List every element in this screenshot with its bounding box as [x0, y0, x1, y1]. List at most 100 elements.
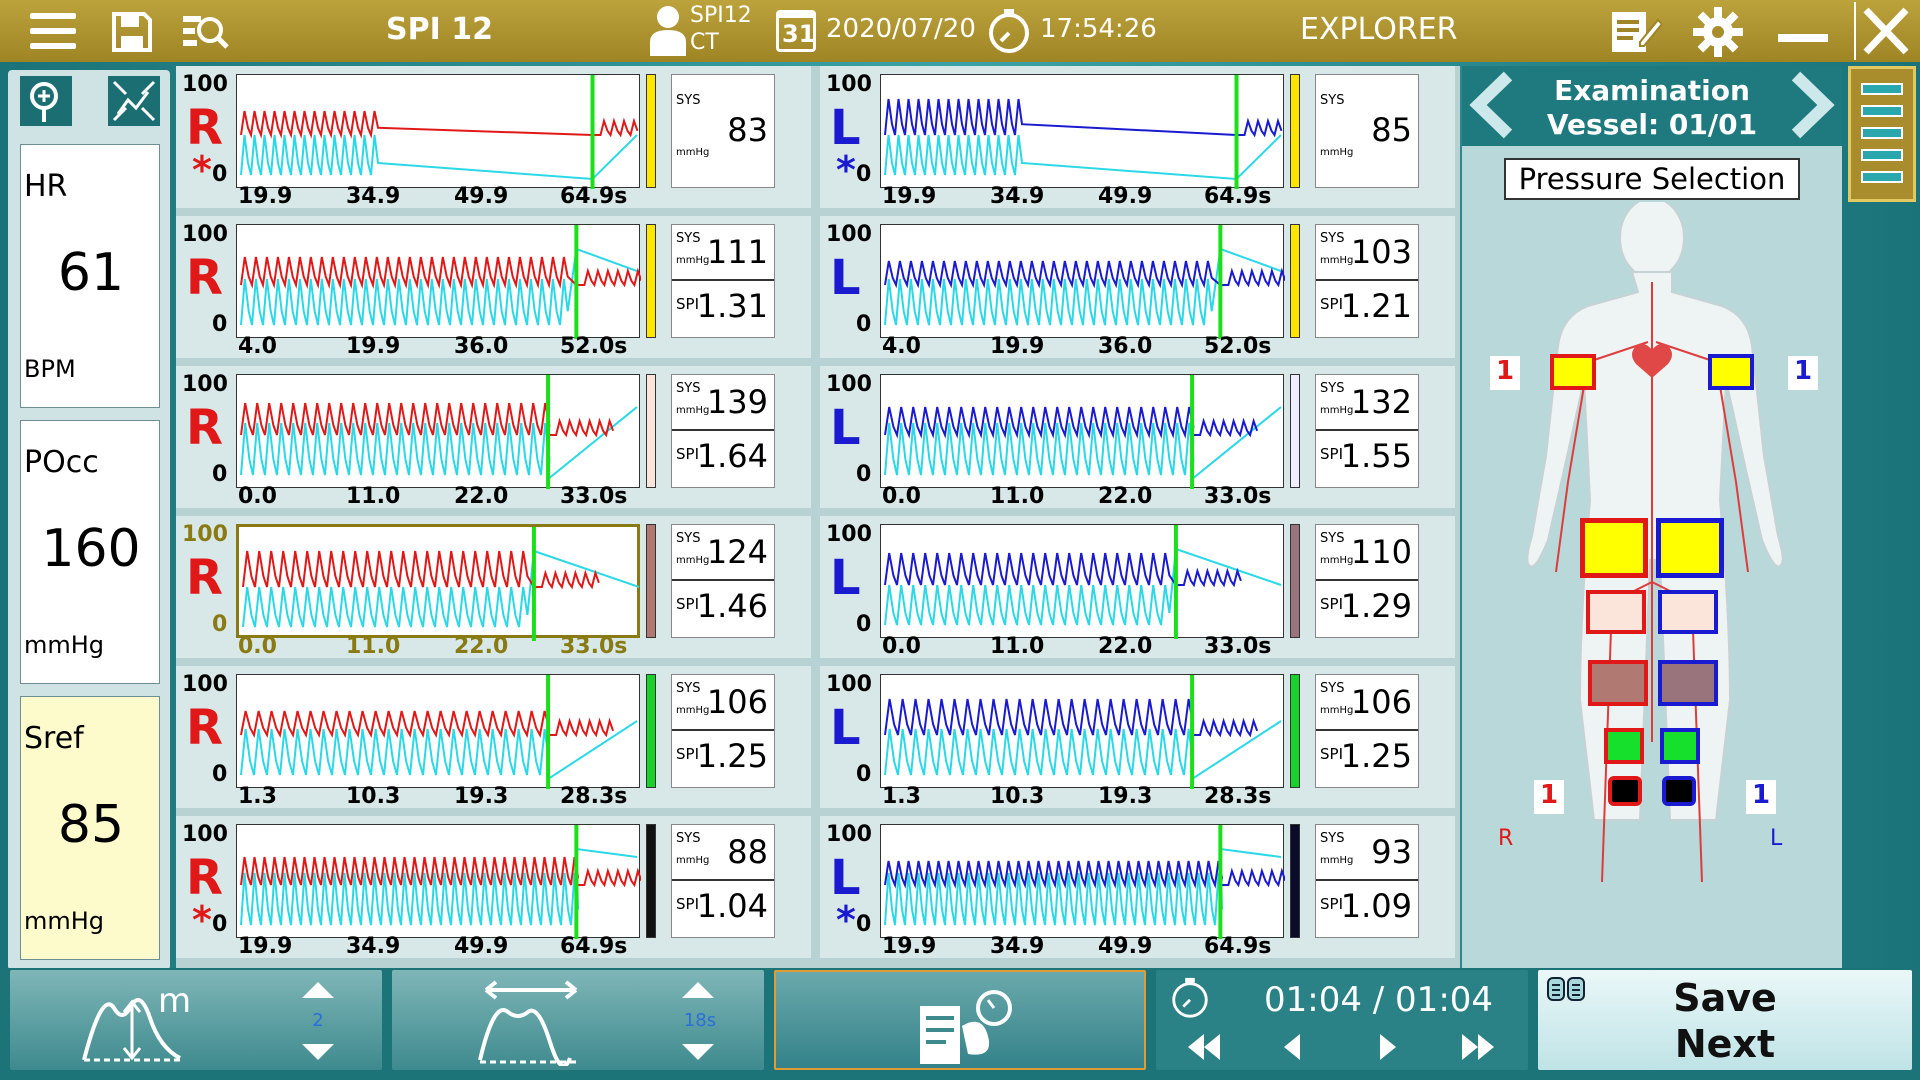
rewind-icon[interactable]	[1186, 1032, 1222, 1066]
x-axis-tick: 10.3	[990, 784, 1045, 809]
report-button[interactable]	[774, 970, 1146, 1070]
pressure-value-box: SYS mmHg 106 SPI 1.25	[1315, 674, 1419, 788]
waveform-plot[interactable]	[880, 74, 1284, 189]
side-indicator: R	[186, 250, 223, 306]
cuff-left-above-knee[interactable]	[1658, 590, 1718, 634]
pulse-volume-trace	[884, 98, 1283, 138]
side-drawer-handle[interactable]	[1848, 66, 1916, 202]
pulse-volume-trace	[884, 552, 1242, 588]
vitals-column: HR 61 BPM POcc 160 mmHg Sref 85 mmHg	[8, 70, 170, 970]
x-axis-tick: 19.9	[990, 334, 1045, 359]
waveform-cell-left-side-3[interactable]: 100 L 0 0.0 11.0 22.0 33.0s SYS mmHg 132 SPI 1.55	[820, 366, 1455, 509]
step-back-icon[interactable]	[1282, 1032, 1302, 1066]
waveform-plot[interactable]	[880, 524, 1284, 639]
waveform-plot[interactable]	[880, 824, 1285, 939]
x-axis-tick: 22.0	[454, 634, 509, 659]
waveform-plot[interactable]	[236, 524, 640, 641]
waveform-cell-right-side-4[interactable]: 100 R 0 0.0 11.0 22.0 33.0s SYS mmHg 124 SPI 1.46	[176, 516, 811, 659]
x-axis-tick: 49.9	[454, 184, 509, 209]
mmhg-label: mmHg	[1320, 555, 1354, 566]
cuff-right-toe[interactable]	[1608, 776, 1642, 806]
amplitude-button[interactable]: m 2	[10, 970, 382, 1070]
save-next-button[interactable]: Save Next	[1538, 970, 1912, 1070]
side-indicator: L	[830, 250, 861, 306]
timebase-button[interactable]: 18s	[392, 970, 764, 1070]
waveform-cell-right-side-6[interactable]: 100 R * 0 19.9 34.9 49.9 64.9s SYS mmHg 88 SPI 1.04	[176, 816, 811, 959]
vessel-label: Vessel: 01/01	[1546, 108, 1758, 141]
waveform-cell-left-side-4[interactable]: 100 L 0 0.0 11.0 22.0 33.0s SYS mmHg 110 SPI 1.29	[820, 516, 1455, 659]
pulse-volume-trace	[240, 110, 639, 139]
x-axis-tick: 28.3s	[560, 784, 628, 809]
sys-value: 111	[706, 233, 768, 271]
amplitude-up-icon[interactable]	[302, 982, 334, 998]
waveform-cell-left-side-6[interactable]: 100 L * 0 19.9 34.9 49.9 64.9s SYS mmHg 93 SPI 1.09	[820, 816, 1455, 959]
settings-gear-icon[interactable]	[1692, 6, 1744, 62]
cuff-left-thigh[interactable]	[1656, 518, 1724, 578]
cuff-right-above-knee[interactable]	[1586, 590, 1646, 634]
cuff-right-calf[interactable]	[1588, 660, 1648, 706]
x-axis-tick: 33.0s	[1204, 634, 1272, 659]
fast-forward-icon[interactable]	[1460, 1032, 1496, 1066]
sref-panel: Sref 85 mmHg	[20, 696, 160, 960]
waveform-cell-right-side-5[interactable]: 100 R 0 1.3 10.3 19.3 28.3s SYS mmHg 106 SPI 1.25	[176, 666, 811, 809]
search-record-icon[interactable]	[180, 10, 230, 58]
waveform-svg	[884, 525, 1282, 639]
pulse-volume-trace	[240, 856, 641, 888]
waveform-plot[interactable]	[236, 74, 640, 189]
waveform-cell-left-side-2[interactable]: 100 L 0 4.0 19.9 36.0 52.0s SYS mmHg 103 SPI 1.21	[820, 216, 1455, 359]
save-icon[interactable]	[110, 10, 154, 58]
fit-view-icon[interactable]	[108, 76, 160, 126]
waveform-cell-left-side-1[interactable]: 100 L * 0 19.9 34.9 49.9 64.9s SYS mmHg 85	[820, 66, 1455, 209]
amplitude-down-icon[interactable]	[302, 1044, 334, 1060]
minimize-icon[interactable]	[1778, 34, 1828, 42]
spi-value: 1.25	[1340, 737, 1412, 775]
x-axis-tick: 11.0	[346, 484, 401, 509]
waveform-cell-right-side-1[interactable]: 100 R * 0 19.9 34.9 49.9 64.9s SYS mmHg 83	[176, 66, 811, 209]
cuff-left-ankle[interactable]	[1660, 728, 1700, 764]
waveform-svg	[884, 675, 1282, 789]
waveform-plot[interactable]	[236, 224, 641, 339]
pocc-label: POcc	[24, 445, 99, 480]
cuff-left-toe[interactable]	[1662, 776, 1696, 806]
y-axis-min: 0	[212, 162, 228, 187]
pressure-value-box: SYS mmHg 88 SPI 1.04	[671, 824, 775, 938]
step-forward-icon[interactable]	[1378, 1032, 1398, 1066]
spi-label: SPI	[676, 745, 699, 763]
top-bar: SPI 12 SPI12 CT 31 2020/07/20 17:54:26 E…	[0, 0, 1920, 62]
close-icon[interactable]	[1854, 2, 1920, 60]
cuff-color-indicator	[1290, 374, 1300, 488]
waveform-plot[interactable]	[236, 824, 641, 939]
next-vessel-chevron-icon[interactable]	[1788, 70, 1838, 144]
timebase-up-icon[interactable]	[682, 982, 714, 998]
waveform-plot[interactable]	[880, 224, 1285, 339]
waveform-plot[interactable]	[236, 674, 640, 789]
cuff-color-indicator	[1290, 674, 1300, 788]
cuff-left-arm[interactable]	[1708, 354, 1754, 390]
spi-label: SPI	[1320, 445, 1343, 463]
cuff-right-arm[interactable]	[1550, 354, 1596, 390]
y-axis-max: 100	[182, 672, 228, 697]
report-edit-icon[interactable]	[1610, 8, 1664, 58]
waveform-plot[interactable]	[236, 374, 640, 489]
side-indicator: R	[186, 550, 223, 606]
spi-label: SPI	[676, 445, 699, 463]
x-axis-tick: 49.9	[1098, 934, 1153, 959]
waveform-cell-right-side-3[interactable]: 100 R 0 0.0 11.0 22.0 33.0s SYS mmHg 139 SPI 1.64	[176, 366, 811, 509]
waveform-cell-right-side-2[interactable]: 100 R 0 4.0 19.9 36.0 52.0s SYS mmHg 111 SPI 1.31	[176, 216, 811, 359]
menu-icon[interactable]	[30, 11, 76, 51]
zoom-icon[interactable]	[20, 76, 72, 126]
x-axis-tick: 28.3s	[1204, 784, 1272, 809]
sys-label: SYS	[676, 93, 701, 108]
waveform-plot[interactable]	[880, 374, 1284, 489]
mmhg-label: mmHg	[1320, 405, 1354, 416]
x-axis-tick: 11.0	[346, 634, 401, 659]
cuff-left-calf[interactable]	[1658, 660, 1718, 706]
cuff-right-ankle[interactable]	[1604, 728, 1644, 764]
cuff-right-thigh[interactable]	[1580, 518, 1648, 578]
waveform-plot[interactable]	[880, 674, 1284, 789]
x-axis-tick: 19.3	[454, 784, 509, 809]
pressure-value-box: SYS mmHg 106 SPI 1.25	[671, 674, 775, 788]
cuff-color-indicator	[646, 74, 656, 188]
timebase-down-icon[interactable]	[682, 1044, 714, 1060]
waveform-cell-left-side-5[interactable]: 100 L 0 1.3 10.3 19.3 28.3s SYS mmHg 106 SPI 1.25	[820, 666, 1455, 809]
